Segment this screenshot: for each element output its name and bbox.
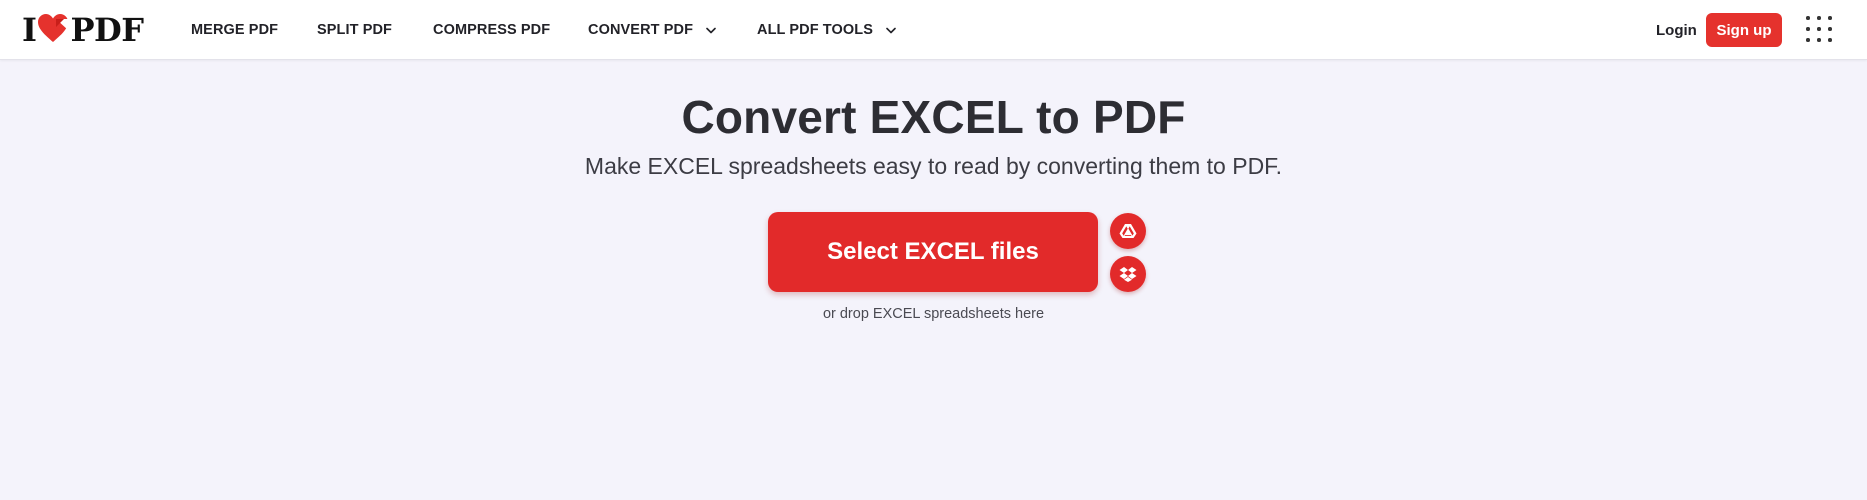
dropbox-icon: [1119, 267, 1137, 282]
nav-all-pdf-tools-label: ALL PDF TOOLS: [757, 22, 873, 38]
chevron-down-icon: [706, 27, 716, 33]
dropbox-button[interactable]: [1110, 256, 1146, 292]
nav-convert-pdf-label: CONVERT PDF: [588, 22, 694, 38]
chevron-down-icon: [886, 27, 896, 33]
google-drive-icon: [1119, 224, 1137, 238]
nav-split-pdf-label: SPLIT PDF: [317, 22, 393, 38]
page-subtitle: Make EXCEL spreadsheets easy to read by …: [584, 153, 1283, 179]
nav-convert-pdf-dropdown[interactable]: CONVERT PDF: [588, 22, 716, 38]
nav-compress-pdf[interactable]: COMPRESS PDF: [433, 22, 550, 38]
select-files-button[interactable]: Select EXCEL files: [768, 212, 1098, 292]
nav-split-pdf[interactable]: SPLIT PDF: [317, 22, 392, 38]
logo-text-i: I: [22, 11, 37, 49]
nav-all-pdf-tools-dropdown[interactable]: ALL PDF TOOLS: [757, 22, 896, 38]
nav-merge-pdf[interactable]: MERGE PDF: [191, 22, 278, 38]
page-title: Convert EXCEL to PDF: [681, 91, 1186, 143]
logo-text-pdf: PDF: [70, 11, 144, 49]
ilovepdf-logo[interactable]: I PDF: [22, 11, 144, 49]
login-link[interactable]: Login: [1656, 22, 1697, 39]
drop-hint-text: or drop EXCEL spreadsheets here: [822, 306, 1045, 322]
signup-button[interactable]: Sign up: [1706, 13, 1782, 47]
nav-compress-pdf-label: COMPRESS PDF: [433, 22, 551, 38]
nav-merge-pdf-label: MERGE PDF: [191, 22, 279, 38]
top-navbar: I PDF MERGE PDF SPLIT PDF COMPRESS PDF C…: [0, 0, 1867, 60]
heart-logo-icon: [38, 14, 69, 42]
google-drive-button[interactable]: [1110, 213, 1146, 249]
grid-icon[interactable]: [1806, 16, 1832, 42]
